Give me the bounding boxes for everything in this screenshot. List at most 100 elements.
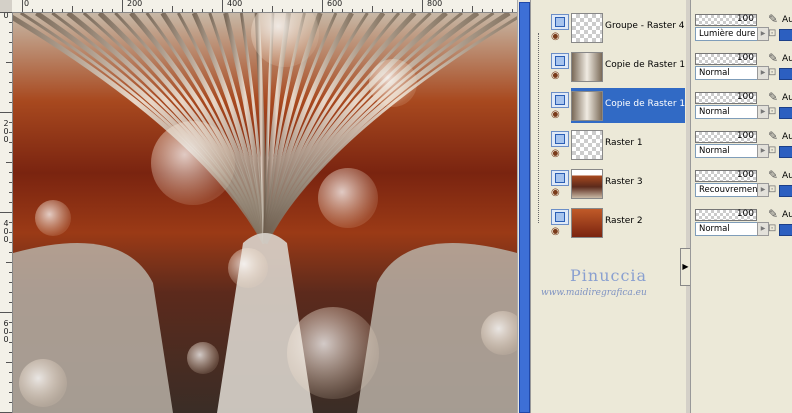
lock-icon[interactable]: ⊡ <box>768 28 776 40</box>
layer-properties-column: 100 Lumière dure ▶ ✎ ⊡ Au 100 Normal ▶ ✎ ⊡ Au 100 Nor… <box>690 0 792 413</box>
lock-icon[interactable]: ⊡ <box>768 184 776 196</box>
opacity-field[interactable]: 100 <box>695 53 757 65</box>
ruler-tick <box>9 22 12 23</box>
eye-icon[interactable]: ◉ <box>551 227 560 237</box>
layer-slider[interactable] <box>779 224 792 236</box>
layer-row[interactable]: ◉ Groupe - Raster 4 <box>539 10 685 46</box>
ruler-tick <box>92 9 93 12</box>
opacity-value: 100 <box>736 209 754 219</box>
opacity-field[interactable]: 100 <box>695 170 757 182</box>
layer-type-icon <box>551 53 569 69</box>
lock-icon[interactable]: ⊡ <box>768 145 776 157</box>
watermark-name: Pinuccia <box>570 266 648 285</box>
ruler-tick <box>9 222 12 223</box>
layer-thumbnail[interactable] <box>571 91 603 121</box>
ruler-tick <box>302 9 303 12</box>
layer-properties-row: 100 Normal ▶ ✎ ⊡ Au <box>693 129 792 168</box>
brush-icon[interactable]: ✎ <box>768 52 778 64</box>
ruler-tick <box>252 9 253 12</box>
ruler-tick <box>352 9 353 12</box>
ruler-tick <box>9 282 12 283</box>
opacity-field[interactable]: 100 <box>695 14 757 26</box>
ruler-tick <box>9 402 12 403</box>
layer-thumbnail[interactable] <box>571 169 603 199</box>
opacity-field[interactable]: 100 <box>695 92 757 104</box>
brush-icon[interactable]: ✎ <box>768 130 778 142</box>
blend-mode-select[interactable]: Recouvrement <box>695 183 758 197</box>
blend-mode-select[interactable]: Lumière dure <box>695 27 758 41</box>
eye-icon[interactable]: ◉ <box>551 32 560 42</box>
opacity-field[interactable]: 100 <box>695 209 757 221</box>
bubble <box>318 168 378 228</box>
layer-type-icon <box>551 14 569 30</box>
layer-thumbnail[interactable] <box>571 13 603 43</box>
au-label: Au <box>782 210 792 220</box>
layer-thumbnail[interactable] <box>571 52 603 82</box>
ruler-left: 02 0 04 0 06 0 0 <box>0 12 13 413</box>
ruler-tick <box>372 6 373 12</box>
layer-thumbnail[interactable] <box>571 208 603 238</box>
opacity-value: 100 <box>736 53 754 63</box>
layer-slider[interactable] <box>779 29 792 41</box>
scrollbar-thumb[interactable] <box>519 2 530 413</box>
ruler-tick <box>9 92 12 93</box>
ruler-tick <box>9 142 12 143</box>
blend-mode-select[interactable]: Normal <box>695 66 758 80</box>
brush-icon[interactable]: ✎ <box>768 13 778 25</box>
layer-row[interactable]: ◉ Raster 2 <box>539 205 685 241</box>
ruler-tick <box>9 202 12 203</box>
canvas-area: 0 200 400 600 800 02 0 04 0 06 0 0 <box>0 0 530 413</box>
layer-row[interactable]: ◉ Raster 3 <box>539 166 685 202</box>
artwork <box>13 13 517 413</box>
canvas-scrollbar[interactable] <box>517 0 530 413</box>
ruler-tick <box>222 0 223 12</box>
au-label: Au <box>782 132 792 142</box>
ruler-tick <box>412 9 413 12</box>
group-tree-line <box>538 33 541 223</box>
eye-icon[interactable]: ◉ <box>551 149 560 159</box>
ruler-tick <box>182 9 183 12</box>
layer-slider[interactable] <box>779 185 792 197</box>
blend-mode-select[interactable]: Normal <box>695 105 758 119</box>
ruler-tick <box>6 362 12 363</box>
ruler-tick <box>212 9 213 12</box>
ruler-tick <box>82 9 83 12</box>
ruler-tick <box>422 0 423 12</box>
eye-icon[interactable]: ◉ <box>551 71 560 81</box>
ruler-tick <box>112 9 113 12</box>
layer-slider[interactable] <box>779 107 792 119</box>
ruler-top-label: 0 <box>24 0 30 8</box>
ruler-tick <box>142 9 143 12</box>
lock-icon[interactable]: ⊡ <box>768 223 776 235</box>
ruler-tick <box>9 192 12 193</box>
layer-properties-row: 100 Lumière dure ▶ ✎ ⊡ Au <box>693 12 792 51</box>
opacity-value: 100 <box>736 131 754 141</box>
lock-icon[interactable]: ⊡ <box>768 106 776 118</box>
ruler-tick <box>9 302 12 303</box>
layer-properties-row: 100 Normal ▶ ✎ ⊡ Au <box>693 51 792 90</box>
layer-slider[interactable] <box>779 146 792 158</box>
brush-icon[interactable]: ✎ <box>768 169 778 181</box>
opacity-field[interactable]: 100 <box>695 131 757 143</box>
ruler-tick <box>9 122 12 123</box>
eye-icon[interactable]: ◉ <box>551 188 560 198</box>
brush-icon[interactable]: ✎ <box>768 91 778 103</box>
layer-row[interactable]: ◉ Raster 1 <box>539 127 685 163</box>
layer-row[interactable]: ◉ Copie de Raster 1 <box>539 49 685 85</box>
au-label: Au <box>782 171 792 181</box>
image-canvas[interactable] <box>13 13 517 413</box>
blend-mode-select[interactable]: Normal <box>695 144 758 158</box>
layer-thumbnail[interactable] <box>571 130 603 160</box>
ruler-tick <box>312 9 313 12</box>
layer-name: Raster 3 <box>605 177 643 187</box>
blend-mode-select[interactable]: Normal <box>695 222 758 236</box>
lock-icon[interactable]: ⊡ <box>768 67 776 79</box>
ruler-tick <box>9 152 12 153</box>
layer-row[interactable]: ◉ Copie de Raster 1 <box>539 88 685 124</box>
ruler-tick <box>9 352 12 353</box>
brush-icon[interactable]: ✎ <box>768 208 778 220</box>
layer-slider[interactable] <box>779 68 792 80</box>
eye-icon[interactable]: ◉ <box>551 110 560 120</box>
layer-properties-row: 100 Normal ▶ ✎ ⊡ Au <box>693 207 792 246</box>
ruler-tick <box>9 382 12 383</box>
